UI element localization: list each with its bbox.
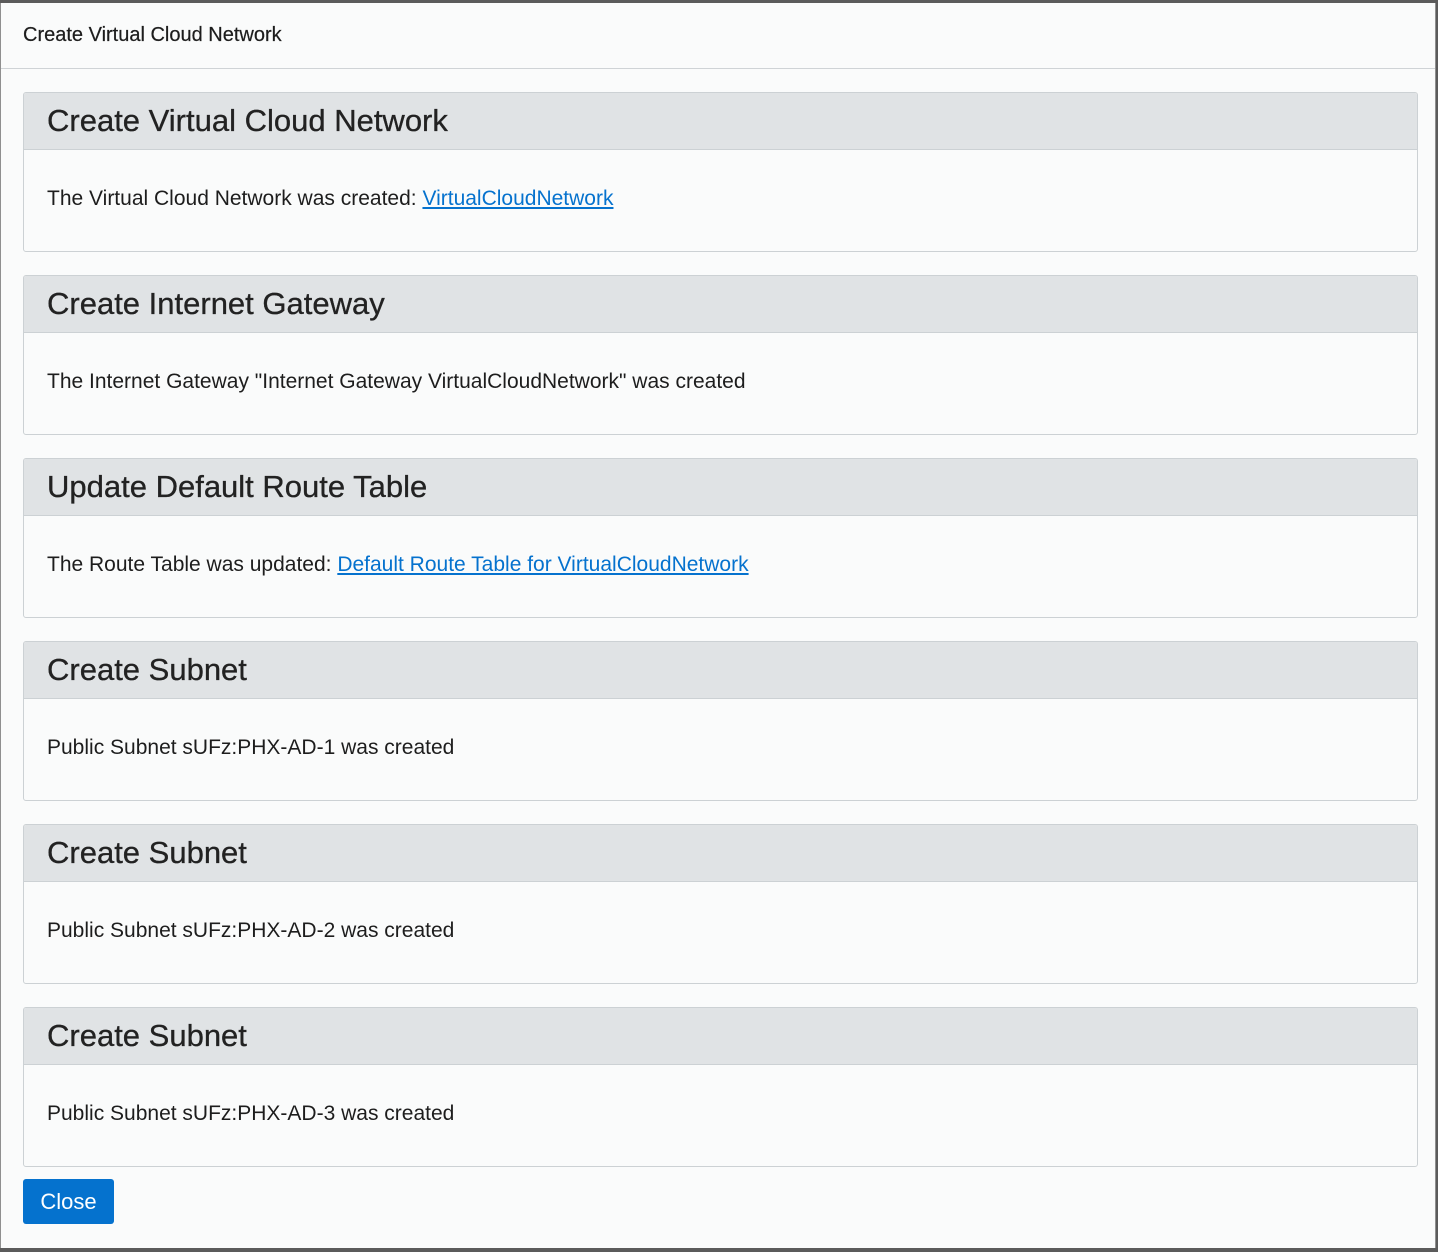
close-button[interactable]: Close [23,1179,114,1224]
panel-message: Public Subnet sUFz:PHX-AD-3 was created [47,1102,455,1125]
panel-message: The Internet Gateway "Internet Gateway V… [47,370,746,393]
panel-heading: Create Internet Gateway [24,276,1417,333]
dialog-header: Create Virtual Cloud Network [1,3,1435,69]
vcn-link[interactable]: VirtualCloudNetwork [422,187,613,210]
dialog-content: Create Virtual Cloud Network The Virtual… [23,92,1418,1190]
panel-body: The Virtual Cloud Network was created: V… [24,150,1417,211]
panel-create-subnet-1: Create Subnet Public Subnet sUFz:PHX-AD-… [23,641,1418,801]
panel-update-route-table: Update Default Route Table The Route Tab… [23,458,1418,618]
panel-title: Create Internet Gateway [47,286,385,321]
panel-body: Public Subnet sUFz:PHX-AD-2 was created [24,882,1417,943]
panel-title: Create Subnet [47,835,247,870]
dialog-title: Create Virtual Cloud Network [23,24,282,46]
panel-create-internet-gateway: Create Internet Gateway The Internet Gat… [23,275,1418,435]
panel-create-vcn: Create Virtual Cloud Network The Virtual… [23,92,1418,252]
panel-body: Public Subnet sUFz:PHX-AD-1 was created [24,699,1417,760]
panel-body: The Route Table was updated: Default Rou… [24,516,1417,577]
panel-message: The Route Table was updated: [47,553,338,576]
create-vcn-dialog: Create Virtual Cloud Network Create Virt… [0,3,1436,1248]
panel-title: Update Default Route Table [47,469,428,504]
panel-create-subnet-3: Create Subnet Public Subnet sUFz:PHX-AD-… [23,1007,1418,1167]
panel-body: Public Subnet sUFz:PHX-AD-3 was created [24,1065,1417,1126]
panel-title: Create Subnet [47,652,247,687]
panel-message: Public Subnet sUFz:PHX-AD-1 was created [47,736,455,759]
panel-heading: Create Subnet [24,1008,1417,1065]
panel-message: Public Subnet sUFz:PHX-AD-2 was created [47,919,455,942]
panel-body: The Internet Gateway "Internet Gateway V… [24,333,1417,394]
panel-message: The Virtual Cloud Network was created: [47,187,423,210]
panel-create-subnet-2: Create Subnet Public Subnet sUFz:PHX-AD-… [23,824,1418,984]
panel-title: Create Virtual Cloud Network [47,103,448,138]
panel-heading: Create Subnet [24,825,1417,882]
panel-heading: Create Subnet [24,642,1417,699]
panel-heading: Update Default Route Table [24,459,1417,516]
route-table-link[interactable]: Default Route Table for VirtualCloudNetw… [337,553,748,576]
panel-title: Create Subnet [47,1018,247,1053]
panel-heading: Create Virtual Cloud Network [24,93,1417,150]
